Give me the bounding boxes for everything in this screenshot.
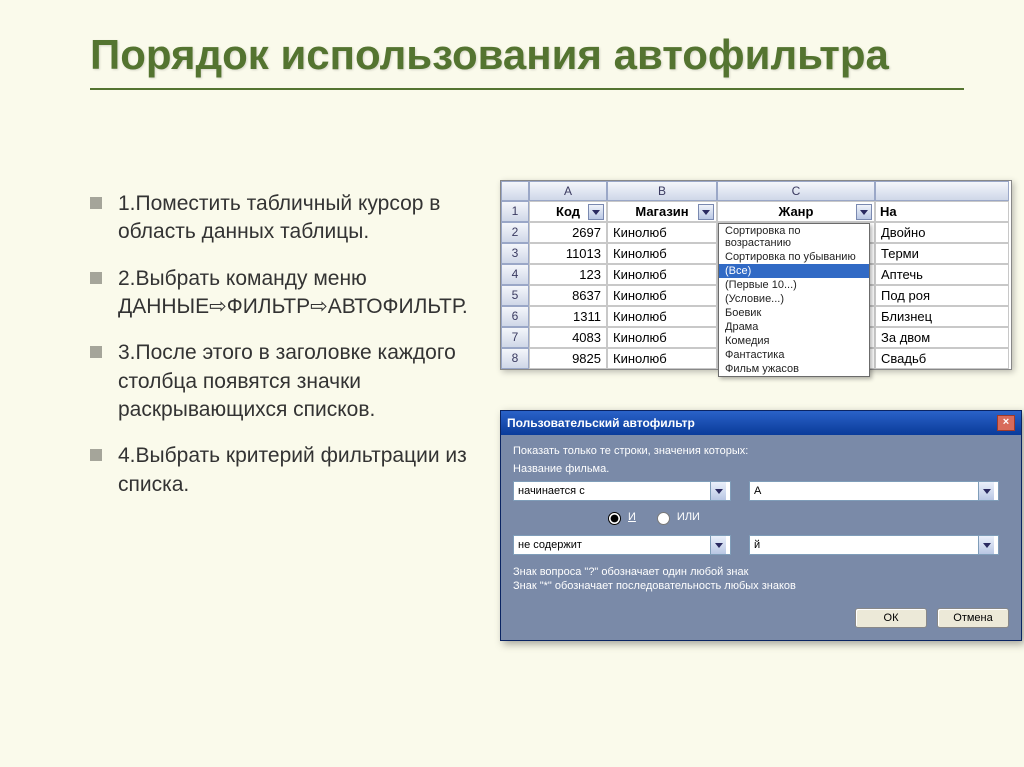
slide-title: Порядок использования автофильтра xyxy=(0,0,1024,80)
table-cell[interactable]: Кинолюб xyxy=(607,285,717,306)
operator1-input[interactable] xyxy=(514,482,710,500)
menu-item-sort-asc[interactable]: Сортировка по возрастанию xyxy=(719,224,869,250)
table-cell[interactable]: Двойно xyxy=(875,222,1009,243)
chevron-down-icon[interactable] xyxy=(978,536,994,554)
dialog-field-label: Название фильма. xyxy=(513,463,1009,475)
table-cell[interactable]: Кинолюб xyxy=(607,306,717,327)
menu-item-genre[interactable]: Комедия xyxy=(719,334,869,348)
table-cell[interactable]: 9825 xyxy=(529,348,607,369)
col-letter: A xyxy=(529,181,607,201)
header-cell-cut[interactable]: На xyxy=(875,201,1009,222)
chevron-down-icon[interactable] xyxy=(710,536,726,554)
value1-combo[interactable] xyxy=(749,481,999,501)
menu-item-sort-desc[interactable]: Сортировка по убыванию xyxy=(719,250,869,264)
menu-item-condition[interactable]: (Условие...) xyxy=(719,292,869,306)
table-cell[interactable]: Близнец xyxy=(875,306,1009,327)
bullet-column: 1.Поместить табличный курсор в область д… xyxy=(90,190,490,517)
row-num: 2 xyxy=(501,222,529,243)
radio-and[interactable]: И xyxy=(603,509,636,525)
dialog-hint: Показать только те строки, значения кото… xyxy=(513,445,1009,457)
filter-dropdown-icon[interactable] xyxy=(588,204,604,220)
genre-filter-menu[interactable]: Сортировка по возрастанию Сортировка по … xyxy=(718,223,870,370)
table-cell[interactable]: Под роя xyxy=(875,285,1009,306)
menu-item-genre[interactable]: Боевик xyxy=(719,306,869,320)
list-item: 1.Поместить табличный курсор в область д… xyxy=(90,190,490,247)
custom-autofilter-dialog: Пользовательский автофильтр × Показать т… xyxy=(500,410,1022,641)
dialog-titlebar[interactable]: Пользовательский автофильтр × xyxy=(501,411,1021,435)
corner-cell xyxy=(501,181,529,201)
table-cell[interactable]: За двом xyxy=(875,327,1009,348)
table-cell[interactable]: Кинолюб xyxy=(607,264,717,285)
chevron-down-icon[interactable] xyxy=(710,482,726,500)
dialog-note: Знак вопроса "?" обозначает один любой з… xyxy=(513,565,1009,594)
table-cell[interactable]: Кинолюб xyxy=(607,348,717,369)
list-item: 3.После этого в заголовке каждого столбц… xyxy=(90,339,490,424)
list-item: 4.Выбрать критерий фильтрации из списка. xyxy=(90,442,490,499)
value1-input[interactable] xyxy=(750,482,978,500)
col-letter-cut xyxy=(875,181,1009,201)
excel-screenshot: A B C 1 Код Магазин Жанр На 2 2697 Кинол… xyxy=(500,180,1012,370)
filter-dropdown-icon[interactable] xyxy=(698,204,714,220)
value2-input[interactable] xyxy=(750,536,978,554)
dialog-title-text: Пользовательский автофильтр xyxy=(507,416,695,430)
table-cell[interactable]: 2697 xyxy=(529,222,607,243)
chevron-down-icon[interactable] xyxy=(978,482,994,500)
table-cell[interactable]: Кинолюб xyxy=(607,243,717,264)
menu-item-genre[interactable]: Фильм ужасов xyxy=(719,362,869,370)
col-letter: B xyxy=(607,181,717,201)
cancel-button[interactable]: Отмена xyxy=(937,608,1009,628)
list-item: 2.Выбрать команду меню ДАННЫЕ⇨ФИЛЬТР⇨АВТ… xyxy=(90,265,490,322)
radio-or[interactable]: ИЛИ xyxy=(652,509,700,525)
menu-item-top10[interactable]: (Первые 10...) xyxy=(719,278,869,292)
header-cell[interactable]: Жанр xyxy=(717,201,875,222)
operator1-combo[interactable] xyxy=(513,481,731,501)
value2-combo[interactable] xyxy=(749,535,999,555)
operator2-input[interactable] xyxy=(514,536,710,554)
menu-item-all[interactable]: (Все) xyxy=(719,264,869,278)
logic-radio-group: И ИЛИ xyxy=(603,509,1009,525)
table-cell[interactable]: 8637 xyxy=(529,285,607,306)
menu-item-genre[interactable]: Драма xyxy=(719,320,869,334)
col-letter: C xyxy=(717,181,875,201)
table-cell[interactable]: Кинолюб xyxy=(607,222,717,243)
row-num: 4 xyxy=(501,264,529,285)
filter-dropdown-icon[interactable] xyxy=(856,204,872,220)
row-num: 6 xyxy=(501,306,529,327)
menu-item-genre[interactable]: Фантастика xyxy=(719,348,869,362)
table-cell[interactable]: 11013 xyxy=(529,243,607,264)
title-underline xyxy=(90,88,964,90)
table-cell[interactable]: 4083 xyxy=(529,327,607,348)
row-num: 8 xyxy=(501,348,529,369)
row-num: 5 xyxy=(501,285,529,306)
header-cell[interactable]: Код xyxy=(529,201,607,222)
table-cell[interactable]: Свадьб xyxy=(875,348,1009,369)
close-icon[interactable]: × xyxy=(997,415,1015,431)
operator2-combo[interactable] xyxy=(513,535,731,555)
row-num: 3 xyxy=(501,243,529,264)
table-cell[interactable]: Терми xyxy=(875,243,1009,264)
row-num: 1 xyxy=(501,201,529,222)
row-num: 7 xyxy=(501,327,529,348)
table-cell[interactable]: Кинолюб xyxy=(607,327,717,348)
header-cell[interactable]: Магазин xyxy=(607,201,717,222)
table-cell[interactable]: 1311 xyxy=(529,306,607,327)
table-cell[interactable]: Аптечь xyxy=(875,264,1009,285)
ok-button[interactable]: ОК xyxy=(855,608,927,628)
table-cell[interactable]: 123 xyxy=(529,264,607,285)
